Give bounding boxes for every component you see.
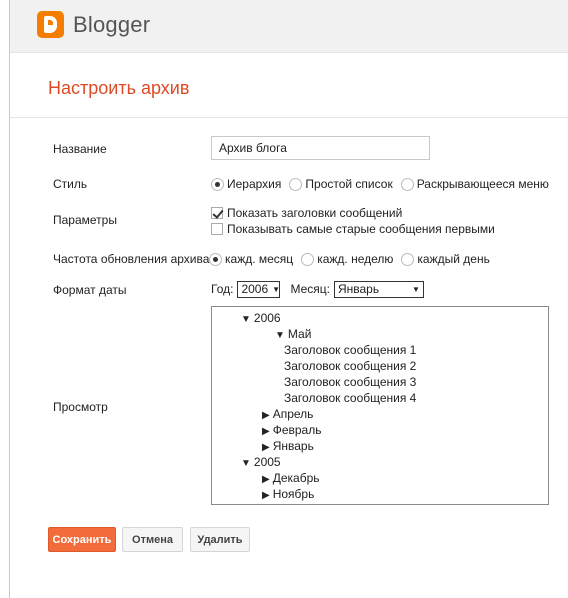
style-radio-dropdown[interactable]: [400, 177, 414, 191]
collapsed-triangle-icon: ▶: [262, 426, 270, 437]
chevron-down-icon: ▼: [272, 284, 281, 294]
tree-year-2006[interactable]: ▼ 2006: [241, 311, 281, 325]
expanded-triangle-icon: ▼: [275, 330, 285, 341]
tree-month-november[interactable]: ▶ Ноябрь: [262, 487, 314, 501]
frequency-label: Частота обновления архива: [53, 252, 210, 266]
oldest-first-checkbox[interactable]: [211, 223, 223, 235]
collapsed-triangle-icon: ▶: [262, 474, 270, 485]
param-show-titles: Показать заголовки сообщений: [211, 206, 402, 220]
date-format-controls: Год: 2006 ▼ Месяц: Январь ▼: [211, 280, 424, 298]
app-header: Blogger: [10, 0, 568, 53]
tree-month-january[interactable]: ▶ Январь: [262, 439, 314, 453]
frequency-radio-weekly[interactable]: [301, 252, 315, 266]
archive-preview: ▼ 2006 ▼ Май Заголовок сообщения 1 Заголов…: [211, 306, 549, 505]
frequency-radio-monthly[interactable]: [209, 252, 222, 266]
tree-month-april[interactable]: ▶ Апрель: [262, 407, 313, 421]
date-format-label: Формат даты: [53, 283, 127, 297]
year-select[interactable]: 2006 ▼: [237, 280, 281, 298]
tree-month-label: Декабрь: [272, 471, 320, 485]
tree-month-label: Ноябрь: [272, 487, 315, 501]
tree-year-2005[interactable]: ▼ 2005: [241, 455, 281, 469]
preview-label: Просмотр: [53, 400, 108, 414]
tree-month-label: Февраль: [272, 423, 322, 437]
tree-year-label: 2006: [253, 311, 281, 325]
year-label: Год:: [211, 282, 234, 296]
brand-name: Blogger: [73, 12, 151, 37]
style-label: Стиль: [53, 177, 88, 191]
oldest-first-label: Показывать самые старые сообщения первым…: [227, 222, 495, 236]
tree-month-february[interactable]: ▶ Февраль: [262, 423, 321, 437]
tree-month-may[interactable]: ▼ Май: [275, 327, 311, 341]
style-radio-hierarchy[interactable]: [211, 177, 224, 191]
month-label: Месяц:: [290, 282, 330, 296]
tree-year-label: 2005: [253, 455, 281, 469]
tree-month-label: Апрель: [272, 407, 314, 421]
month-select[interactable]: Январь ▼: [333, 280, 424, 298]
tree-post[interactable]: Заголовок сообщения 3: [284, 375, 416, 389]
collapsed-triangle-icon: ▶: [262, 442, 270, 453]
style-radio-flat-list[interactable]: [289, 177, 303, 191]
frequency-option-label: кажд. неделю: [317, 252, 394, 266]
cancel-button[interactable]: Отмена: [122, 527, 183, 552]
frequency-radio-group: кажд. месяц кажд. неделю каждый день: [209, 251, 498, 267]
chevron-down-icon: ▼: [412, 284, 420, 294]
frequency-option-label: кажд. месяц: [225, 252, 294, 266]
style-option-label: Простой список: [305, 177, 393, 191]
tree-month-label: Май: [287, 327, 312, 341]
show-titles-checkbox[interactable]: [211, 207, 223, 219]
divider: [10, 117, 568, 118]
page-title: Настроить архив: [48, 78, 190, 98]
blogger-window: Blogger Настроить архив Название Архив б…: [9, 0, 568, 598]
tree-post[interactable]: Заголовок сообщения 1: [284, 343, 416, 357]
expanded-triangle-icon: ▼: [241, 314, 251, 325]
name-label: Название: [53, 142, 107, 156]
month-value: Январь: [337, 282, 380, 296]
tree-post[interactable]: Заголовок сообщения 2: [284, 359, 416, 373]
name-input[interactable]: Архив блога: [211, 136, 430, 160]
param-oldest-first: Показывать самые старые сообщения первым…: [211, 222, 495, 236]
show-titles-label: Показать заголовки сообщений: [227, 206, 403, 220]
tree-month-december[interactable]: ▶ Декабрь: [262, 471, 320, 485]
tree-month-label: Январь: [272, 439, 314, 453]
frequency-option-label: каждый день: [417, 252, 490, 266]
save-button[interactable]: Сохранить: [48, 527, 116, 552]
blogger-logo-icon: [37, 11, 64, 38]
year-value: 2006: [241, 282, 269, 296]
frequency-radio-daily[interactable]: [401, 252, 415, 266]
collapsed-triangle-icon: ▶: [262, 490, 270, 501]
style-radio-group: Иерархия Простой список Раскрывающееся м…: [211, 176, 557, 192]
tree-post[interactable]: Заголовок сообщения 4: [284, 391, 416, 405]
expanded-triangle-icon: ▼: [241, 458, 251, 469]
style-option-label: Иерархия: [227, 177, 282, 191]
collapsed-triangle-icon: ▶: [262, 410, 270, 421]
params-label: Параметры: [53, 213, 117, 227]
style-option-label: Раскрывающееся меню: [416, 177, 549, 191]
delete-button[interactable]: Удалить: [190, 527, 250, 552]
